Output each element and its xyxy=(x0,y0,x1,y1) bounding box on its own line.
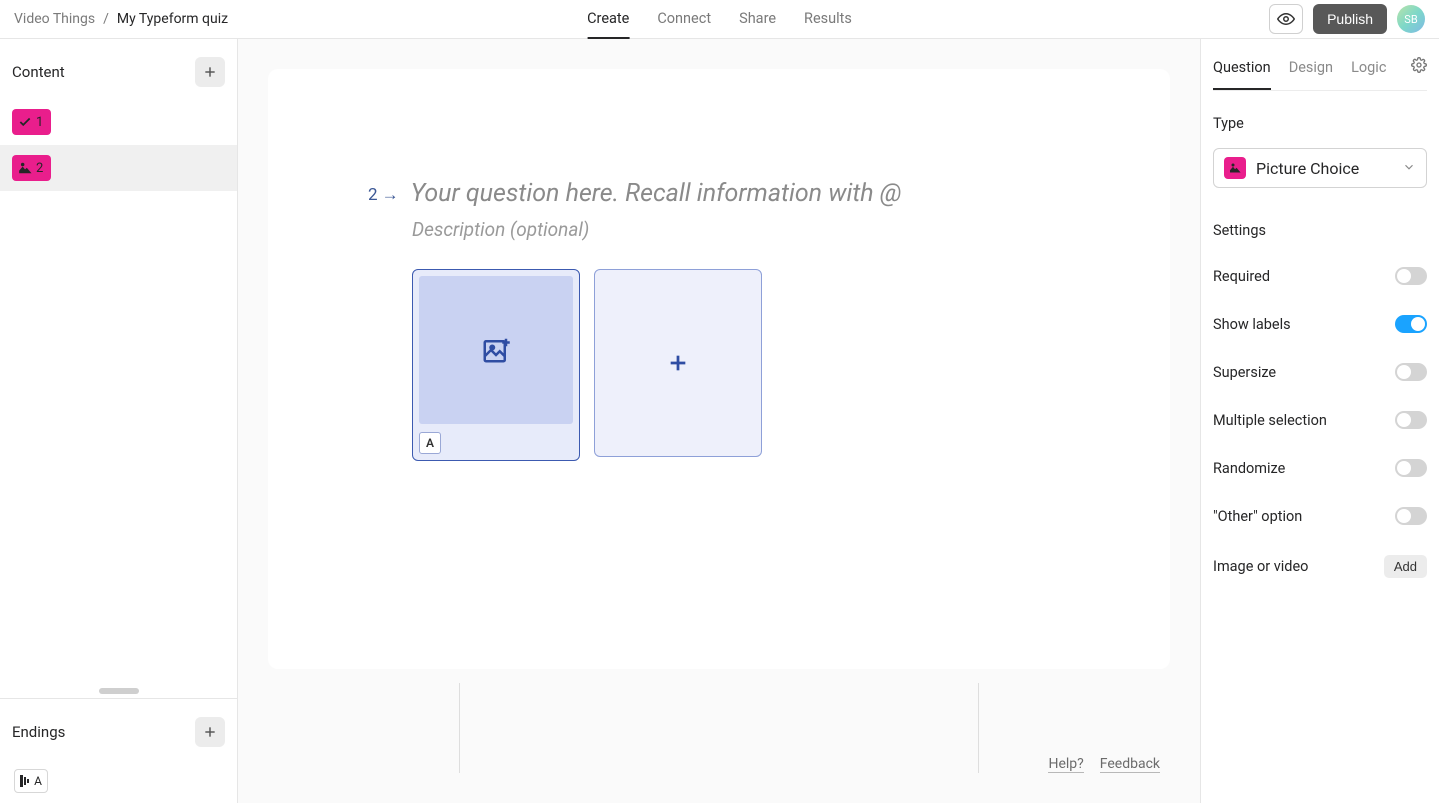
content-section-label: Content xyxy=(12,63,65,81)
toggle-supersize[interactable] xyxy=(1395,363,1427,381)
question-description-input[interactable]: Description (optional) xyxy=(412,218,1100,241)
sidebar-item-question-1[interactable]: 1 xyxy=(0,99,237,145)
endings-section-label: Endings xyxy=(12,723,65,741)
picture-choice-a[interactable]: A xyxy=(412,269,580,461)
image-icon xyxy=(18,161,32,175)
add-content-button[interactable] xyxy=(195,57,225,87)
plus-icon xyxy=(667,352,689,374)
breadcrumb-workspace[interactable]: Video Things xyxy=(14,11,95,27)
panel-settings-button[interactable] xyxy=(1411,57,1427,85)
choice-letter-badge: A xyxy=(419,432,441,454)
right-tab-design[interactable]: Design xyxy=(1289,51,1333,90)
setting-randomize-label: Randomize xyxy=(1213,460,1285,477)
right-tab-question[interactable]: Question xyxy=(1213,51,1271,90)
setting-image-label: Image or video xyxy=(1213,558,1308,575)
type-value: Picture Choice xyxy=(1256,159,1359,178)
toggle-randomize[interactable] xyxy=(1395,459,1427,477)
question-number: 2 xyxy=(36,161,43,176)
tab-create[interactable]: Create xyxy=(587,0,629,39)
question-type-select[interactable]: Picture Choice xyxy=(1213,148,1427,188)
setting-required-label: Required xyxy=(1213,268,1270,285)
add-media-button[interactable]: Add xyxy=(1384,555,1427,578)
setting-other-label: "Other" option xyxy=(1213,508,1302,525)
question-number-text: 2 xyxy=(368,185,378,205)
question-title-input[interactable]: Your question here. Recall information w… xyxy=(411,179,902,208)
resize-handle[interactable] xyxy=(99,688,139,694)
ending-letter: A xyxy=(34,774,42,788)
check-icon xyxy=(18,115,32,129)
add-ending-button[interactable] xyxy=(195,717,225,747)
toggle-other-option[interactable] xyxy=(1395,507,1427,525)
tab-connect[interactable]: Connect xyxy=(657,0,711,39)
feedback-link[interactable]: Feedback xyxy=(1100,756,1160,773)
right-panel: Question Design Logic Type Picture Choic… xyxy=(1200,39,1439,803)
breadcrumb-separator: / xyxy=(103,11,109,27)
setting-multiple-label: Multiple selection xyxy=(1213,412,1327,429)
gear-icon xyxy=(1411,57,1427,73)
choice-image-placeholder[interactable] xyxy=(419,276,573,424)
right-tab-logic[interactable]: Logic xyxy=(1351,51,1386,90)
publish-button[interactable]: Publish xyxy=(1313,4,1387,34)
bottom-strip: Help? Feedback xyxy=(268,683,1170,773)
question-card: 2 → Your question here. Recall informati… xyxy=(268,69,1170,669)
toggle-show-labels[interactable] xyxy=(1395,315,1427,333)
image-icon xyxy=(1229,162,1241,174)
toggle-required[interactable] xyxy=(1395,267,1427,285)
ending-icon xyxy=(20,775,30,787)
eye-icon xyxy=(1277,10,1295,28)
chevron-down-icon xyxy=(1402,159,1416,178)
add-choice-button[interactable] xyxy=(594,269,762,457)
setting-supersize-label: Supersize xyxy=(1213,364,1276,381)
sidebar-item-ending-a[interactable]: A xyxy=(0,759,237,803)
toggle-multiple-selection[interactable] xyxy=(1395,411,1427,429)
help-link[interactable]: Help? xyxy=(1048,756,1083,773)
sidebar-item-question-2[interactable]: 2 xyxy=(0,145,237,191)
question-number: 1 xyxy=(36,115,43,130)
tab-share[interactable]: Share xyxy=(739,0,776,39)
settings-label: Settings xyxy=(1213,222,1427,239)
breadcrumb-form-name[interactable]: My Typeform quiz xyxy=(117,11,228,27)
question-number-indicator: 2 → xyxy=(368,179,399,205)
arrow-icon: → xyxy=(382,185,399,205)
type-label: Type xyxy=(1213,115,1427,132)
add-image-icon xyxy=(481,335,511,365)
setting-show-labels-label: Show labels xyxy=(1213,316,1291,333)
top-nav: Create Connect Share Results xyxy=(587,0,852,39)
plus-icon xyxy=(203,65,217,79)
canvas: 2 → Your question here. Recall informati… xyxy=(238,39,1200,803)
plus-icon xyxy=(203,725,217,739)
avatar[interactable]: SB xyxy=(1397,5,1425,33)
tab-results[interactable]: Results xyxy=(804,0,852,39)
left-sidebar: Content 1 2 Endings xyxy=(0,39,238,803)
preview-button[interactable] xyxy=(1269,4,1303,34)
